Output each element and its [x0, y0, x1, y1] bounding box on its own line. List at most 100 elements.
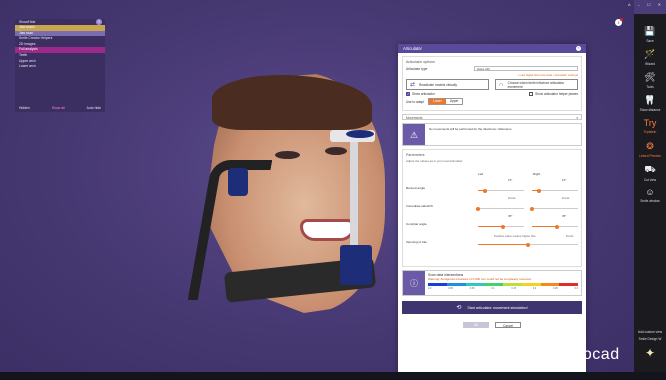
left-eye: [275, 151, 300, 159]
auto-hide-toggle[interactable]: Auto hide: [87, 106, 101, 110]
smile-design-icon[interactable]: ✦: [634, 346, 666, 360]
legend-swatch: [428, 283, 447, 287]
scan-warning: Warning: Antagonist intrusions of 0,000 …: [428, 277, 532, 282]
opening-slider[interactable]: [478, 242, 578, 247]
use-to-adapt-label: Use to adapt: [406, 99, 425, 104]
notification-icon[interactable]: 1: [615, 18, 623, 26]
toolbar-label: Show distance: [639, 108, 661, 112]
articulator-options: Articulator options Articulator type Art…: [402, 56, 582, 112]
movements-section[interactable]: Movements: [402, 114, 582, 121]
left-slider[interactable]: [478, 224, 524, 229]
tree-title: Show/Hide: [19, 20, 36, 24]
slider-knob[interactable]: [536, 188, 541, 193]
start-simulation-button[interactable]: ⟲ Start articulator movement simulation!: [402, 301, 582, 315]
toolbar-3[interactable]: 🦷 Show distance: [634, 95, 666, 112]
slider-knob[interactable]: [555, 224, 560, 229]
legend-tick: 0.2: [532, 287, 537, 291]
toolbar-icon: ❂: [646, 141, 654, 151]
smile-teeth: [300, 219, 355, 241]
legend-ticks: 0.0 0.05 0.08 0.1 0.15 0.2 0.25 0.3: [428, 287, 578, 290]
right-value-field[interactable]: 35°: [562, 214, 566, 218]
slider-knob[interactable]: [476, 206, 480, 211]
toolbar-label: Linked Preview: [639, 154, 661, 158]
movement-warning: ⚠ No movements will be performed for the…: [402, 123, 582, 147]
opening-slider-knob[interactable]: [526, 242, 530, 247]
slider-knob[interactable]: [501, 224, 506, 229]
options-header: Articulator options: [406, 60, 435, 64]
left-slider[interactable]: [476, 206, 524, 211]
seg-lower[interactable]: Lower: [429, 99, 446, 105]
checkbox-icon: [529, 92, 534, 97]
cancel-button[interactable]: Cancel: [495, 322, 521, 329]
legend-tick: 0.0: [428, 287, 432, 291]
choose-teeth-button[interactable]: ∩ Choose which teeth influence articulat…: [495, 79, 578, 90]
scan-intersections-section: ⓘ Scan data intersections Warning: Antag…: [402, 270, 582, 297]
hidden-toggle[interactable]: Hidden: [19, 106, 30, 110]
slider-fill: [532, 226, 558, 228]
toolbar-label: Cut view: [643, 178, 657, 182]
param-label: Condylar angle: [406, 222, 427, 227]
toolbar-2[interactable]: 🛠 Tools: [634, 72, 666, 89]
seg-upper[interactable]: Upper: [446, 99, 463, 104]
window-controls[interactable]: A – ☐ ✕: [628, 2, 664, 7]
toolbar-icon: 🦷: [644, 95, 656, 105]
legend-swatch: [465, 283, 485, 287]
info-icon: ⓘ: [403, 271, 425, 296]
legend-swatch: [540, 283, 560, 287]
right-value-field[interactable]: 15°: [562, 178, 566, 182]
params-sub: Adjust the values as in your real articu…: [406, 159, 463, 164]
toolbar-0[interactable]: 💾 Save: [634, 26, 666, 43]
left-column-label: Left: [478, 172, 484, 177]
legend-swatch: [484, 283, 503, 287]
left-value-field[interactable]: 15°: [508, 178, 512, 182]
toolbar-4[interactable]: Try Tryilstein: [634, 118, 666, 134]
articulator-ear-piece: [228, 168, 248, 196]
params-header: Parameters: [406, 153, 425, 158]
right-value-field[interactable]: 0 mm: [562, 196, 569, 200]
slider-knob[interactable]: [530, 206, 534, 211]
show-all-button[interactable]: Show all: [52, 106, 65, 110]
right-slider[interactable]: [532, 188, 578, 193]
right-slider[interactable]: [532, 224, 578, 229]
toolbar-5[interactable]: ❂ Linked Preview: [634, 141, 666, 158]
slider-knob[interactable]: [482, 188, 487, 193]
left-slider[interactable]: [478, 188, 524, 193]
tree-item[interactable]: Lower arch: [15, 64, 105, 70]
toolbar-icon: Try: [643, 118, 657, 128]
legend-tick: 0.25: [553, 287, 558, 291]
scene-tree-panel: Show/Hide ? Jaw scans Jaw scan Smile Cre…: [15, 19, 105, 112]
tree-footer: Hidden Show all Auto hide: [19, 106, 101, 110]
opening-value[interactable]: 0 mm: [566, 234, 573, 238]
legend-tick: 0.3: [574, 287, 578, 291]
articulator-mount: [340, 245, 372, 285]
toolbar-7[interactable]: ☺ Smile window: [634, 187, 666, 203]
ok-button[interactable]: Ok: [463, 322, 489, 329]
legend-swatch: [446, 283, 466, 287]
show-articulator-checkbox[interactable]: ✓ Show articulator: [406, 92, 435, 97]
left-value-field[interactable]: 35°: [508, 214, 512, 218]
opening-row: Opening of bite Positive value means hig…: [406, 234, 578, 247]
toolbar-icon: ☺: [645, 187, 655, 197]
opening-slider-fill: [478, 244, 528, 246]
opening-sub: Positive value means higher bite: [494, 234, 536, 239]
right-toolbar: 💾 Save 🪄 Wizard 🛠 Tools 🦷 Show distance Try Tryil…: [634, 14, 666, 372]
checkbox-checked-icon: ✓: [406, 92, 410, 97]
smile-design-label[interactable]: Smile Design W: [634, 337, 666, 341]
add-custom-view[interactable]: Add custom view: [634, 330, 666, 334]
right-slider[interactable]: [530, 206, 578, 211]
left-value-field[interactable]: 0 mm: [508, 196, 515, 200]
toolbar-label: Tryilstein: [643, 130, 657, 134]
param-row: Bennett angle 15° 15°: [406, 178, 578, 193]
toolbar-icon: ⛟: [644, 164, 656, 174]
toolbar-1[interactable]: 🪄 Wizard: [634, 49, 666, 66]
arch-icon: ∩: [499, 81, 504, 88]
articulator-type-select[interactable]: Artex CR: [474, 66, 578, 71]
toolbar-6[interactable]: ⛟ Cut view: [634, 164, 666, 182]
adapt-segmented-control[interactable]: Lower Upper: [428, 98, 464, 106]
show-helper-checkbox[interactable]: Show articulator helper planes: [529, 92, 578, 97]
legend-tick: 0.08: [469, 287, 475, 291]
load-settings-link[interactable]: Load digital face bow data / articulator…: [406, 73, 578, 77]
reactivate-button[interactable]: ⇄ Reactivate models virtually: [406, 79, 489, 90]
close-icon[interactable]: ×: [576, 46, 581, 51]
help-icon[interactable]: ?: [96, 19, 102, 25]
